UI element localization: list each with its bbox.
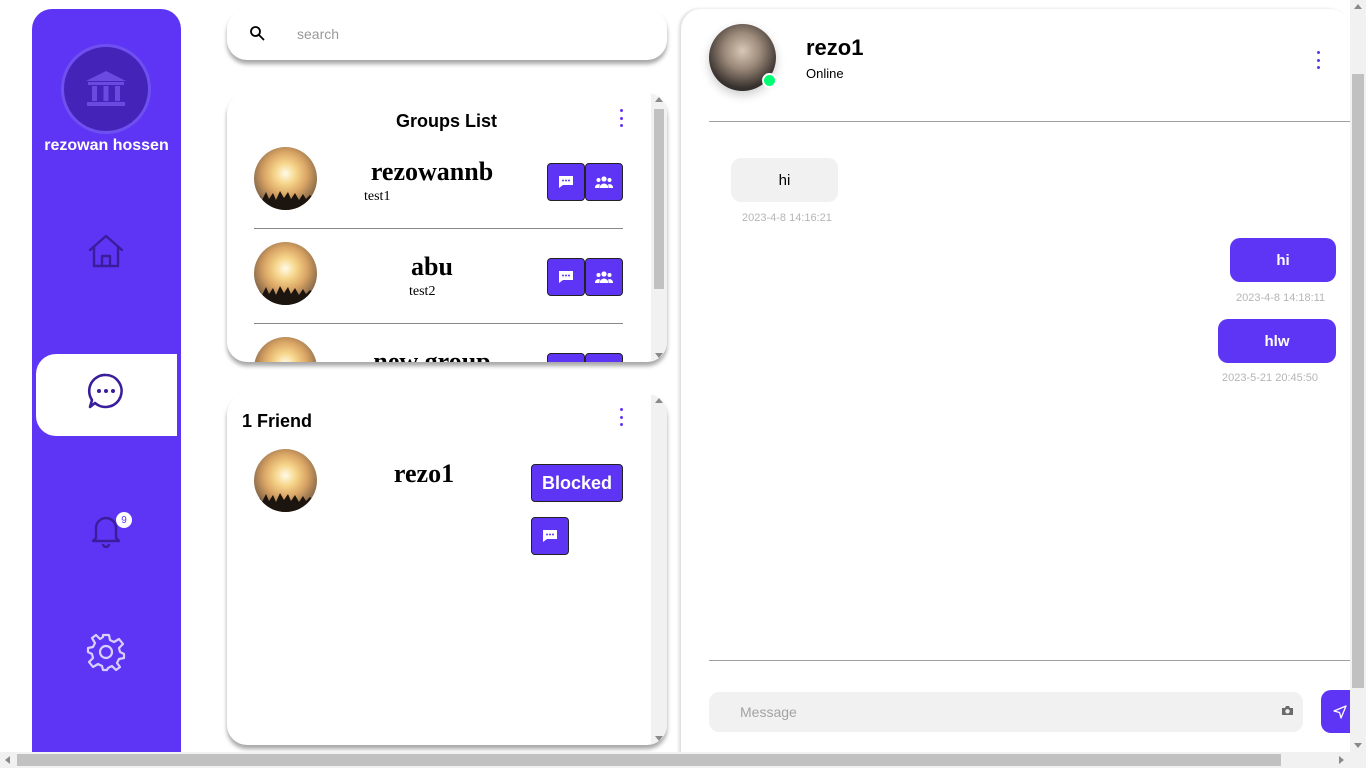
blocked-button[interactable]: Blocked (531, 464, 623, 502)
send-icon (1333, 704, 1347, 719)
chat-header-divider (709, 121, 1350, 122)
group-silhouette-image (254, 191, 317, 210)
group-message-button[interactable] (547, 163, 585, 201)
group-tag: test2 (409, 284, 436, 299)
row-divider (254, 323, 623, 324)
search-bar (227, 9, 867, 60)
chat-avatar[interactable] (709, 24, 777, 91)
friends-scrollbar[interactable] (651, 394, 667, 745)
friends-title: 1 Friend (242, 411, 313, 431)
friends-more-icon[interactable] (615, 408, 627, 426)
group-avatar (254, 147, 317, 210)
groups-scrollbar[interactable] (651, 93, 667, 362)
page-horizontal-scrollbar[interactable] (0, 752, 1366, 768)
row-divider (254, 228, 623, 229)
friend-message-button[interactable] (531, 517, 569, 555)
group-name: abu (411, 252, 453, 281)
nav-messages-icon-wrap[interactable] (86, 371, 126, 411)
group-avatar (254, 337, 317, 362)
camera-icon[interactable] (1281, 705, 1294, 716)
message-icon (559, 271, 573, 283)
message-time: 2023-4-8 14:16:21 (742, 212, 832, 224)
profile-avatar[interactable] (61, 44, 151, 134)
group-name: rezowannb (370, 157, 494, 186)
search-input[interactable] (297, 23, 597, 45)
chat-contact-status: Online (806, 66, 844, 81)
chat-panel: rezo1 Online hi 2023-4-8 14:16:21 hi 202… (681, 9, 1350, 759)
friend-silhouette-image (254, 493, 317, 512)
groups-list-panel: Groups List rezowannb test1 abu test2 ne (227, 93, 667, 362)
friend-avatar (254, 449, 317, 512)
users-icon (595, 176, 613, 188)
message-bubble-outgoing: hlw (1218, 319, 1336, 363)
send-button[interactable] (1321, 690, 1350, 733)
friend-name: rezo1 (393, 459, 455, 488)
groups-more-icon[interactable] (615, 109, 627, 127)
search-icon[interactable] (249, 25, 265, 41)
group-members-button[interactable] (585, 163, 623, 201)
message-icon (543, 530, 557, 542)
chat-app-page: rezowan hossen 9 search Groups List rezo… (0, 0, 1366, 768)
page-vertical-scrollbar[interactable] (1350, 0, 1366, 752)
message-icon (559, 176, 573, 188)
group-message-button[interactable] (547, 353, 585, 362)
group-avatar (254, 242, 317, 305)
chat-more-icon[interactable] (1312, 51, 1324, 69)
groups-list-title: Groups List (396, 111, 498, 131)
nav-settings[interactable] (86, 632, 126, 672)
message-bubble-incoming: hi (731, 158, 838, 202)
online-indicator (762, 73, 777, 88)
message-time: 2023-5-21 20:45:50 (1222, 372, 1319, 384)
message-input[interactable] (740, 702, 1260, 722)
chat-footer-divider (709, 660, 1350, 661)
profile-name: rezowan hossen (44, 137, 169, 154)
notification-badge: 9 (116, 512, 132, 528)
group-name: new group (373, 347, 491, 362)
gear-icon (86, 633, 126, 672)
home-icon (88, 234, 124, 268)
chat-bubble-icon (87, 373, 123, 409)
group-silhouette-image (254, 286, 317, 305)
message-bubble-outgoing: hi (1230, 238, 1336, 282)
group-members-button[interactable] (585, 258, 623, 296)
message-input-box (709, 692, 1303, 732)
nav-home[interactable] (86, 231, 126, 271)
group-tag: test1 (364, 189, 391, 204)
friends-panel: 1 Friend rezo1 Blocked (227, 394, 667, 745)
chat-contact-name: rezo1 (806, 35, 864, 60)
sidebar: rezowan hossen 9 (32, 9, 181, 768)
group-members-button[interactable] (585, 353, 623, 362)
bank-icon (86, 71, 126, 106)
group-message-button[interactable] (547, 258, 585, 296)
message-time: 2023-4-8 14:18:11 (1236, 292, 1326, 304)
users-icon (595, 271, 613, 283)
